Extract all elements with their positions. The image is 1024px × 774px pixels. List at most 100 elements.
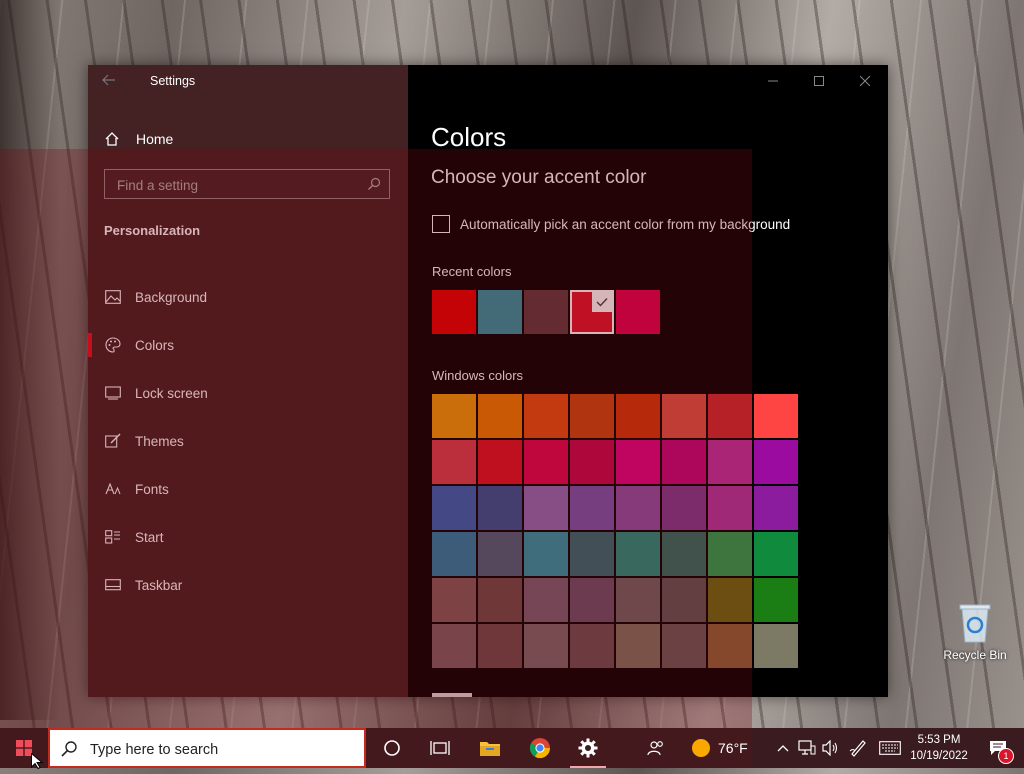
sidebar-item-taskbar[interactable]: Taskbar bbox=[88, 561, 408, 609]
windows-color-swatch[interactable] bbox=[478, 578, 522, 622]
windows-color-swatch[interactable] bbox=[616, 440, 660, 484]
windows-color-swatch[interactable] bbox=[478, 486, 522, 530]
taskbar-search-input[interactable] bbox=[88, 740, 352, 760]
windows-color-swatch[interactable] bbox=[478, 440, 522, 484]
network-button[interactable] bbox=[795, 728, 819, 768]
lock-screen-icon bbox=[104, 384, 122, 402]
windows-color-swatch[interactable] bbox=[524, 394, 568, 438]
chrome-button[interactable] bbox=[516, 728, 564, 768]
windows-color-swatch[interactable] bbox=[570, 486, 614, 530]
file-explorer-button[interactable] bbox=[466, 728, 514, 768]
recycle-bin[interactable]: Recycle Bin bbox=[940, 600, 1010, 662]
windows-color-swatch[interactable] bbox=[754, 624, 798, 668]
volume-button[interactable] bbox=[818, 728, 842, 768]
windows-color-swatch[interactable] bbox=[570, 394, 614, 438]
windows-color-swatch[interactable] bbox=[754, 578, 798, 622]
back-button[interactable] bbox=[102, 73, 122, 91]
windows-color-swatch[interactable] bbox=[524, 578, 568, 622]
pen-workspace-button[interactable] bbox=[846, 728, 870, 768]
windows-color-swatch[interactable] bbox=[478, 532, 522, 576]
cortana-button[interactable] bbox=[368, 728, 416, 768]
sidebar-item-colors[interactable]: Colors bbox=[88, 321, 408, 369]
windows-color-swatch[interactable] bbox=[708, 624, 752, 668]
windows-color-swatch[interactable] bbox=[570, 624, 614, 668]
network-icon bbox=[798, 740, 816, 755]
clock[interactable]: 5:53 PM 10/19/2022 bbox=[906, 732, 972, 764]
windows-color-swatch[interactable] bbox=[662, 394, 706, 438]
settings-taskbar-button[interactable] bbox=[564, 728, 612, 768]
windows-color-swatch[interactable] bbox=[662, 532, 706, 576]
touch-keyboard-button[interactable] bbox=[876, 728, 904, 768]
windows-color-swatch[interactable] bbox=[754, 486, 798, 530]
sidebar-item-lock-screen[interactable]: Lock screen bbox=[88, 369, 408, 417]
windows-color-swatch[interactable] bbox=[524, 532, 568, 576]
windows-color-swatch[interactable] bbox=[570, 578, 614, 622]
windows-color-swatch[interactable] bbox=[754, 440, 798, 484]
windows-color-swatch[interactable] bbox=[708, 578, 752, 622]
sidebar-item-fonts[interactable]: Fonts bbox=[88, 465, 408, 513]
windows-logo-icon bbox=[16, 740, 32, 756]
windows-color-swatch[interactable] bbox=[432, 532, 476, 576]
palette-icon bbox=[104, 336, 122, 354]
people-button[interactable] bbox=[632, 728, 680, 768]
windows-color-swatch[interactable] bbox=[616, 578, 660, 622]
windows-color-swatch[interactable] bbox=[616, 532, 660, 576]
search-icon[interactable] bbox=[367, 177, 381, 196]
windows-color-swatch[interactable] bbox=[432, 578, 476, 622]
checkmark-icon bbox=[592, 292, 612, 312]
windows-color-swatch[interactable] bbox=[432, 486, 476, 530]
recent-color-swatch[interactable] bbox=[478, 290, 522, 334]
windows-color-swatch[interactable] bbox=[662, 440, 706, 484]
taskbar-search-box[interactable] bbox=[48, 728, 366, 768]
windows-color-swatch[interactable] bbox=[524, 440, 568, 484]
windows-color-swatch[interactable] bbox=[662, 624, 706, 668]
windows-color-swatch[interactable] bbox=[432, 624, 476, 668]
task-view-icon bbox=[430, 741, 450, 755]
recent-color-swatch[interactable] bbox=[524, 290, 568, 334]
recycle-bin-icon bbox=[956, 600, 994, 644]
back-arrow-icon bbox=[102, 74, 115, 86]
auto-pick-checkbox[interactable] bbox=[432, 215, 450, 233]
windows-color-swatch[interactable] bbox=[570, 532, 614, 576]
taskbar-icon bbox=[104, 576, 122, 594]
speaker-icon bbox=[822, 740, 838, 756]
windows-color-swatch[interactable] bbox=[662, 486, 706, 530]
windows-color-swatch[interactable] bbox=[478, 624, 522, 668]
find-setting-box[interactable] bbox=[104, 169, 390, 199]
windows-color-swatch[interactable] bbox=[754, 532, 798, 576]
windows-color-swatch[interactable] bbox=[432, 440, 476, 484]
windows-color-swatch[interactable] bbox=[708, 532, 752, 576]
windows-color-swatch[interactable] bbox=[754, 394, 798, 438]
find-setting-input[interactable] bbox=[115, 175, 359, 195]
chevron-up-icon bbox=[777, 745, 789, 752]
recent-color-swatch[interactable] bbox=[432, 290, 476, 334]
page-title: Colors bbox=[431, 122, 507, 152]
windows-color-swatch[interactable] bbox=[616, 486, 660, 530]
action-center-button[interactable]: 1 bbox=[978, 728, 1018, 768]
auto-pick-label: Automatically pick an accent color from … bbox=[460, 216, 791, 232]
auto-pick-accent[interactable]: Automatically pick an accent color from … bbox=[432, 215, 790, 233]
windows-color-swatch[interactable] bbox=[478, 394, 522, 438]
windows-color-swatch[interactable] bbox=[570, 440, 614, 484]
windows-color-swatch[interactable] bbox=[662, 578, 706, 622]
sidebar-item-themes[interactable]: Themes bbox=[88, 417, 408, 465]
show-hidden-icons-button[interactable] bbox=[771, 728, 795, 768]
weather-widget[interactable]: 76°F bbox=[692, 728, 748, 768]
windows-color-swatch[interactable] bbox=[708, 486, 752, 530]
sidebar-item-start[interactable]: Start bbox=[88, 513, 408, 561]
windows-color-swatch[interactable] bbox=[524, 624, 568, 668]
windows-color-swatch[interactable] bbox=[432, 394, 476, 438]
colors-page: Colors Choose your accent color Automati… bbox=[408, 65, 888, 697]
sidebar-item-label: Taskbar bbox=[135, 577, 183, 593]
home-nav[interactable]: Home bbox=[104, 128, 173, 150]
windows-color-swatch[interactable] bbox=[524, 486, 568, 530]
sidebar-item-background[interactable]: Background bbox=[88, 273, 408, 321]
font-icon bbox=[104, 480, 122, 498]
windows-color-swatch[interactable] bbox=[616, 394, 660, 438]
recent-color-swatch[interactable] bbox=[616, 290, 660, 334]
task-view-button[interactable] bbox=[416, 728, 464, 768]
recent-color-swatch[interactable] bbox=[570, 290, 614, 334]
windows-color-swatch[interactable] bbox=[708, 394, 752, 438]
windows-color-swatch[interactable] bbox=[708, 440, 752, 484]
windows-color-swatch[interactable] bbox=[616, 624, 660, 668]
